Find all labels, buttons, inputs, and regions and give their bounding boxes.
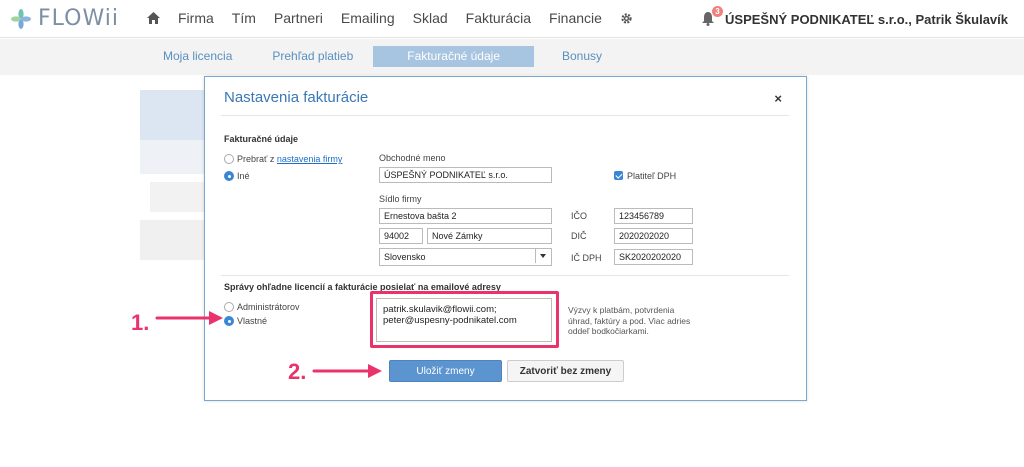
vat-payer-label: Platiteľ DPH <box>627 171 677 181</box>
billing-section-title: Fakturačné údaje <box>224 134 299 144</box>
user-label: ÚSPEŠNÝ PODNIKATEĽ s.r.o., Patrik Škulav… <box>725 11 1008 27</box>
radio-administrators-label: Administrátorov <box>237 302 300 312</box>
street-input[interactable]: Ernestova bašta 2 <box>379 208 552 224</box>
close-icon[interactable]: × <box>774 91 782 106</box>
nav-item-sklad[interactable]: Sklad <box>413 10 448 26</box>
vat-payer-checkbox[interactable] <box>614 171 623 180</box>
city-input[interactable]: Nové Zámky <box>427 228 552 244</box>
tab-fakturacne-udaje[interactable]: Fakturačné údaje <box>373 46 534 67</box>
dic-label: DIČ <box>571 231 587 241</box>
ico-label: IČO <box>571 211 588 221</box>
icdph-input[interactable]: SK2020202020 <box>614 249 693 265</box>
annotation-step-1: 1. <box>131 310 150 335</box>
radio-other[interactable] <box>224 171 234 181</box>
ico-input[interactable]: 123456789 <box>614 208 693 224</box>
zip-input[interactable]: 94002 <box>379 228 423 244</box>
radio-take-prefix: Prebrať z <box>237 154 277 164</box>
nav-item-partneri[interactable]: Partneri <box>274 10 323 26</box>
icdph-label: IČ DPH <box>571 253 602 263</box>
country-select[interactable]: Slovensko <box>379 248 552 266</box>
user-menu[interactable]: 3 ÚSPEŠNÝ PODNIKATEĽ s.r.o., Patrik Škul… <box>701 6 1008 27</box>
seat-label: Sídlo firmy <box>379 194 422 204</box>
nav-item-financie[interactable]: Financie <box>549 10 602 26</box>
billing-settings-modal: Nastavenia fakturácie × Fakturačné údaje… <box>204 76 807 401</box>
home-icon[interactable] <box>147 12 160 24</box>
top-bar: FLOWii Firma Tím Partneri Emailing Sklad… <box>0 0 1024 38</box>
annotation-step-2: 2. <box>288 359 307 384</box>
flowii-logo-icon <box>11 8 31 29</box>
company-name-input[interactable]: ÚSPEŠNÝ PODNIKATEĽ s.r.o. <box>379 167 552 183</box>
emails-hint: Výzvy k platbám, potvrdenia úhrad, faktú… <box>568 305 691 336</box>
nav-item-firma[interactable]: Firma <box>178 10 214 26</box>
save-button[interactable]: Uložiť zmeny <box>389 360 502 382</box>
arrow-icon <box>155 311 223 325</box>
radio-administrators[interactable] <box>224 302 234 312</box>
chevron-down-icon[interactable] <box>535 249 551 263</box>
close-without-save-button[interactable]: Zatvoriť bez zmeny <box>507 360 624 382</box>
blurred-content <box>140 90 206 290</box>
brand-name: FLOWii <box>38 6 119 31</box>
notification-badge: 3 <box>712 6 724 17</box>
nav-item-tim[interactable]: Tím <box>232 10 256 26</box>
arrow-icon <box>312 364 382 378</box>
sub-tabs: Moja licencia Prehľad platieb Fakturačné… <box>143 46 622 67</box>
radio-take-from-company[interactable] <box>224 154 234 164</box>
nav-item-emailing[interactable]: Emailing <box>341 10 395 26</box>
main-nav: Firma Tím Partneri Emailing Sklad Faktur… <box>147 10 651 26</box>
divider <box>221 275 789 276</box>
company-settings-link[interactable]: nastavenia firmy <box>277 154 343 164</box>
bell-icon[interactable]: 3 <box>701 6 724 27</box>
nav-item-fakturacia[interactable]: Fakturácia <box>466 10 531 26</box>
radio-own[interactable] <box>224 316 234 326</box>
modal-title: Nastavenia fakturácie <box>224 89 369 106</box>
dic-input[interactable]: 2020202020 <box>614 228 693 244</box>
gear-icon[interactable] <box>620 12 633 25</box>
tab-bonusy[interactable]: Bonusy <box>534 46 622 67</box>
logo[interactable]: FLOWii <box>10 6 119 31</box>
tab-moja-licencia[interactable]: Moja licencia <box>143 46 252 67</box>
country-value: Slovensko <box>384 252 426 262</box>
radio-other-label: Iné <box>237 171 250 181</box>
highlight-box <box>370 291 559 348</box>
radio-take-label: Prebrať z nastavenia firmy <box>237 154 342 164</box>
radio-own-label: Vlastné <box>237 316 268 326</box>
tab-prehlad-platieb[interactable]: Prehľad platieb <box>252 46 373 67</box>
company-name-label: Obchodné meno <box>379 153 446 163</box>
divider <box>221 115 789 116</box>
